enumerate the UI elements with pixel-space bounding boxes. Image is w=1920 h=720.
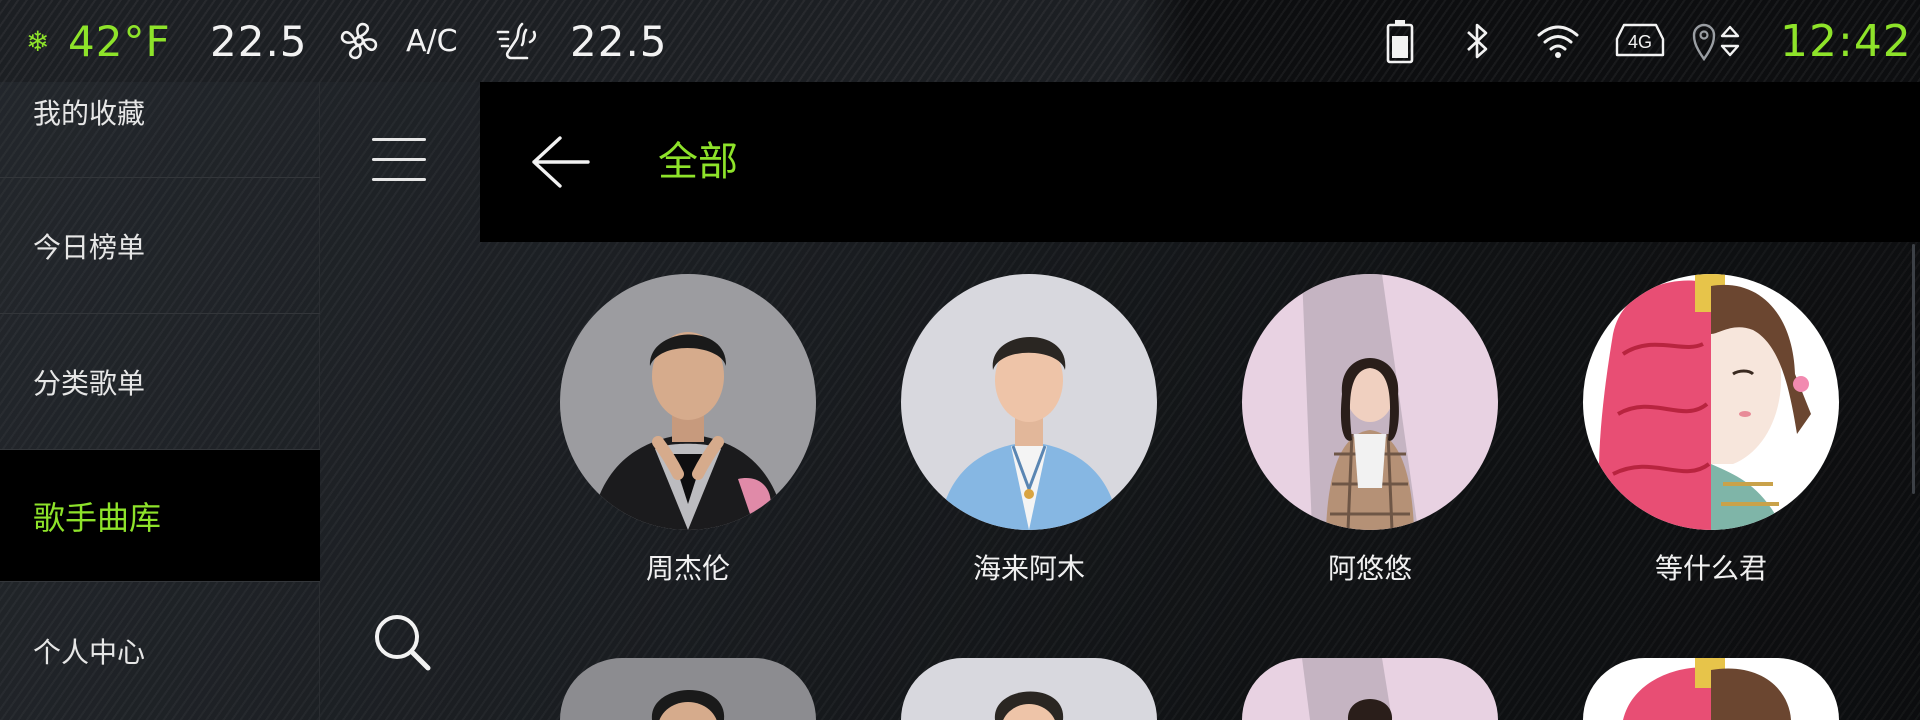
clock: 12:42 [1780, 15, 1912, 67]
side-menu: 我的收藏 今日榜单 分类歌单 歌手曲库 个人中心 [0, 82, 320, 720]
scrollbar[interactable] [1912, 244, 1915, 494]
artist-card[interactable]: 阿悠悠 [1240, 274, 1500, 586]
menu-item-personal-center[interactable]: 个人中心 [0, 582, 320, 720]
menu-item-artist-library[interactable]: 歌手曲库 [0, 450, 320, 582]
artist-card[interactable]: 周杰伦 [558, 274, 818, 586]
network-label: 4G [1628, 32, 1652, 52]
seat-airflow-icon[interactable] [492, 0, 542, 82]
artist-avatar [1242, 274, 1498, 530]
driver-temperature[interactable]: 22.5 [210, 0, 308, 82]
fan-icon[interactable] [336, 0, 382, 82]
passenger-temperature[interactable]: 22.5 [570, 0, 668, 82]
snowflake-icon: ❄ [26, 24, 50, 58]
artist-card[interactable]: 海来阿木 [899, 274, 1159, 586]
artist-avatar [560, 274, 816, 530]
bluetooth-icon [1462, 0, 1492, 82]
artist-avatar [560, 658, 816, 720]
artist-card[interactable] [1581, 658, 1841, 720]
page-title: 全部 [658, 139, 738, 185]
content-header: 全部 [480, 82, 1920, 242]
wifi-icon [1536, 0, 1580, 82]
artist-card[interactable]: 等什么君 [1581, 274, 1841, 586]
outside-temperature: 42°F [68, 16, 171, 66]
back-arrow-icon[interactable] [530, 134, 592, 190]
artist-avatar [1583, 274, 1839, 530]
search-icon[interactable] [370, 610, 436, 676]
artist-name: 海来阿木 [972, 552, 1085, 585]
artist-card[interactable] [558, 658, 818, 720]
artist-name: 等什么君 [1654, 552, 1767, 585]
ac-button[interactable]: A/C [406, 0, 458, 82]
status-bar: ❄ 42°F 22.5 A/C 22.5 4G 12:42 [0, 0, 1920, 82]
menu-item-category-playlists[interactable]: 分类歌单 [0, 314, 320, 450]
artist-avatar [901, 658, 1157, 720]
battery-icon [1385, 0, 1415, 82]
artist-card[interactable] [1240, 658, 1500, 720]
lte-icon: 4G [1614, 0, 1666, 82]
artist-avatar [1583, 658, 1839, 720]
menu-toggle-icon[interactable] [372, 136, 428, 184]
artist-card[interactable] [899, 658, 1159, 720]
location-icon [1690, 0, 1746, 82]
artist-name: 周杰伦 [645, 552, 730, 585]
menu-item-favorites[interactable]: 我的收藏 [0, 82, 320, 178]
artist-name: 阿悠悠 [1327, 552, 1412, 585]
menu-item-daily-charts[interactable]: 今日榜单 [0, 178, 320, 314]
artist-avatar [901, 274, 1157, 530]
artist-avatar [1242, 658, 1498, 720]
